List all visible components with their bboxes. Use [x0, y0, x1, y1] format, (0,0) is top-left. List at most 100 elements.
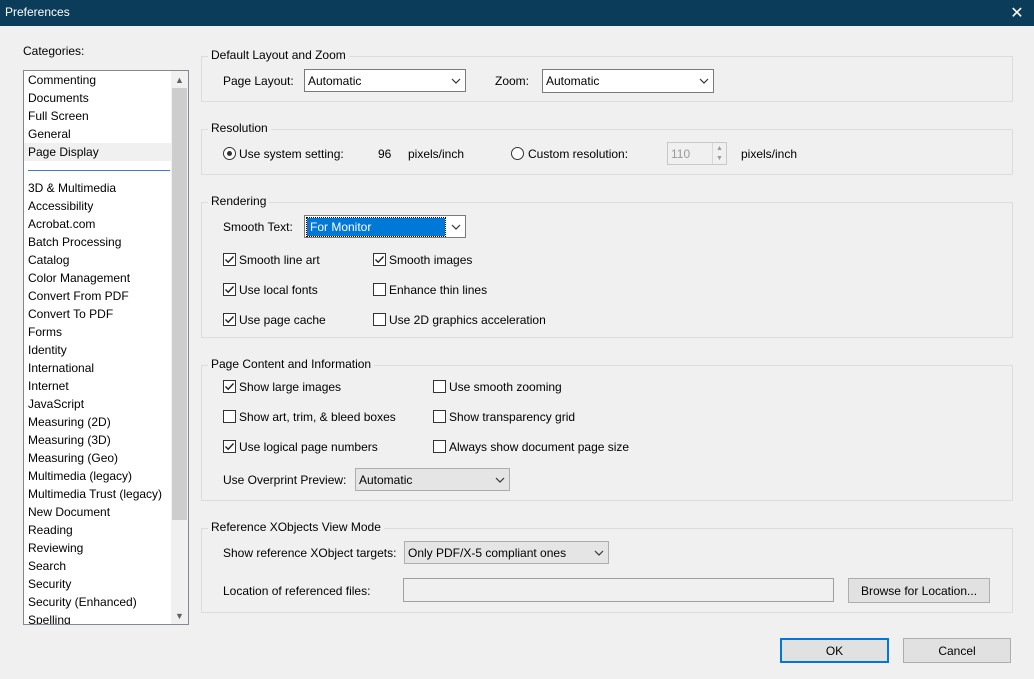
overprint-dropdown[interactable]: Automatic [355, 468, 510, 491]
layout-zoom-legend: Default Layout and Zoom [208, 48, 349, 62]
checkbox-label: Use logical page numbers [239, 440, 378, 454]
cancel-button[interactable]: Cancel [903, 638, 1011, 663]
scroll-up-icon[interactable]: ▲ [171, 71, 188, 88]
checkbox[interactable] [433, 380, 446, 393]
system-setting-radio[interactable] [223, 147, 236, 160]
smooth-text-dropdown[interactable]: For Monitor [304, 215, 466, 238]
chevron-down-icon [447, 70, 465, 91]
checkmark-icon [224, 441, 235, 452]
categories-scrollbar[interactable]: ▲ ▼ [171, 71, 188, 624]
scroll-down-icon[interactable]: ▼ [171, 607, 188, 624]
category-item[interactable]: Full Screen [24, 107, 172, 125]
category-item[interactable]: Spelling [24, 611, 172, 624]
checkbox[interactable] [223, 283, 236, 296]
category-item[interactable]: Measuring (2D) [24, 413, 172, 431]
category-item[interactable]: General [24, 125, 172, 143]
checkbox[interactable] [433, 410, 446, 423]
category-item[interactable]: Forms [24, 323, 172, 341]
checkbox-label: Use 2D graphics acceleration [389, 313, 546, 327]
checkbox[interactable] [223, 380, 236, 393]
category-item[interactable]: 3D & Multimedia [24, 179, 172, 197]
category-item[interactable]: Security [24, 575, 172, 593]
category-item[interactable]: Commenting [24, 71, 172, 89]
zoom-dropdown[interactable]: Automatic [542, 69, 714, 93]
checkbox[interactable] [433, 440, 446, 453]
category-item[interactable]: Catalog [24, 251, 172, 269]
category-item[interactable]: Security (Enhanced) [24, 593, 172, 611]
xobjects-legend: Reference XObjects View Mode [208, 520, 384, 534]
browse-location-button[interactable]: Browse for Location... [848, 578, 990, 603]
zoom-label: Zoom: [495, 74, 530, 88]
checkbox-label: Show large images [239, 380, 342, 394]
checkbox-label: Smooth line art [239, 253, 320, 267]
checkbox-label: Use local fonts [239, 283, 318, 297]
close-icon[interactable]: ✕ [1000, 0, 1034, 26]
category-item[interactable]: Search [24, 557, 172, 575]
xobject-targets-dropdown[interactable]: Only PDF/X-5 compliant ones [404, 541, 609, 564]
checkmark-icon [224, 381, 235, 392]
smooth-text-label: Smooth Text: [223, 220, 293, 234]
category-item[interactable]: Reading [24, 521, 172, 539]
category-item[interactable]: Multimedia (legacy) [24, 467, 172, 485]
category-item[interactable]: International [24, 359, 172, 377]
category-item[interactable]: Color Management [24, 269, 172, 287]
category-item[interactable]: Batch Processing [24, 233, 172, 251]
title-bar: Preferences ✕ [0, 0, 1034, 26]
category-item[interactable]: Page Display [24, 143, 172, 161]
scroll-thumb[interactable] [172, 88, 187, 520]
checkbox[interactable] [373, 313, 386, 326]
xobject-targets-value: Only PDF/X-5 compliant ones [408, 546, 567, 560]
category-item[interactable]: Measuring (3D) [24, 431, 172, 449]
zoom-value: Automatic [546, 74, 600, 88]
checkmark-icon [224, 314, 235, 325]
category-item[interactable]: Accessibility [24, 197, 172, 215]
category-item[interactable]: Measuring (Geo) [24, 449, 172, 467]
categories-items: Commenting Documents Full Screen General Pag… [24, 71, 172, 624]
category-item[interactable]: Convert To PDF [24, 305, 172, 323]
custom-resolution-unit: pixels/inch [741, 147, 798, 161]
window-title: Preferences [5, 5, 70, 19]
rendering-legend: Rendering [208, 194, 270, 208]
checkbox-label: Enhance thin lines [389, 283, 488, 297]
category-item[interactable]: Identity [24, 341, 172, 359]
category-item[interactable]: JavaScript [24, 395, 172, 413]
page-layout-label: Page Layout: [223, 74, 294, 88]
category-item[interactable]: New Document [24, 503, 172, 521]
category-item[interactable]: Internet [24, 377, 172, 395]
custom-resolution-spinner[interactable]: 110 ▲ ▼ [667, 142, 727, 165]
category-item[interactable]: Reviewing [24, 539, 172, 557]
chevron-down-icon [590, 542, 608, 563]
page-content-legend: Page Content and Information [208, 357, 375, 371]
checkbox[interactable] [373, 283, 386, 296]
checkmark-icon [374, 254, 385, 265]
page-layout-dropdown[interactable]: Automatic [304, 69, 466, 92]
checkbox[interactable] [223, 253, 236, 266]
category-item[interactable]: Multimedia Trust (legacy) [24, 485, 172, 503]
checkbox-label: Always show document page size [449, 440, 630, 454]
category-separator [24, 161, 172, 179]
ok-button[interactable]: OK [780, 638, 889, 663]
page-layout-value: Automatic [308, 74, 362, 88]
checkbox-label: Use page cache [239, 313, 326, 327]
location-input[interactable] [403, 578, 834, 602]
overprint-value: Automatic [359, 473, 413, 487]
checkbox[interactable] [223, 410, 236, 423]
categories-list[interactable]: Commenting Documents Full Screen General Pag… [23, 70, 189, 625]
custom-resolution-radio[interactable] [511, 147, 524, 160]
checkbox-label: Smooth images [389, 253, 473, 267]
overprint-label: Use Overprint Preview: [223, 473, 347, 487]
checkmark-icon [224, 284, 235, 295]
checkbox-label: Use smooth zooming [449, 380, 562, 394]
checkbox[interactable] [373, 253, 386, 266]
xobject-targets-label: Show reference XObject targets: [223, 546, 397, 560]
checkbox-label: Show art, trim, & bleed boxes [239, 410, 396, 424]
system-resolution-unit: pixels/inch [408, 147, 465, 161]
spin-down-icon[interactable]: ▼ [712, 153, 726, 164]
checkbox[interactable] [223, 440, 236, 453]
checkbox[interactable] [223, 313, 236, 326]
checkbox-label: Show transparency grid [449, 410, 576, 424]
category-item[interactable]: Convert From PDF [24, 287, 172, 305]
checkmark-icon [224, 254, 235, 265]
category-item[interactable]: Documents [24, 89, 172, 107]
category-item[interactable]: Acrobat.com [24, 215, 172, 233]
